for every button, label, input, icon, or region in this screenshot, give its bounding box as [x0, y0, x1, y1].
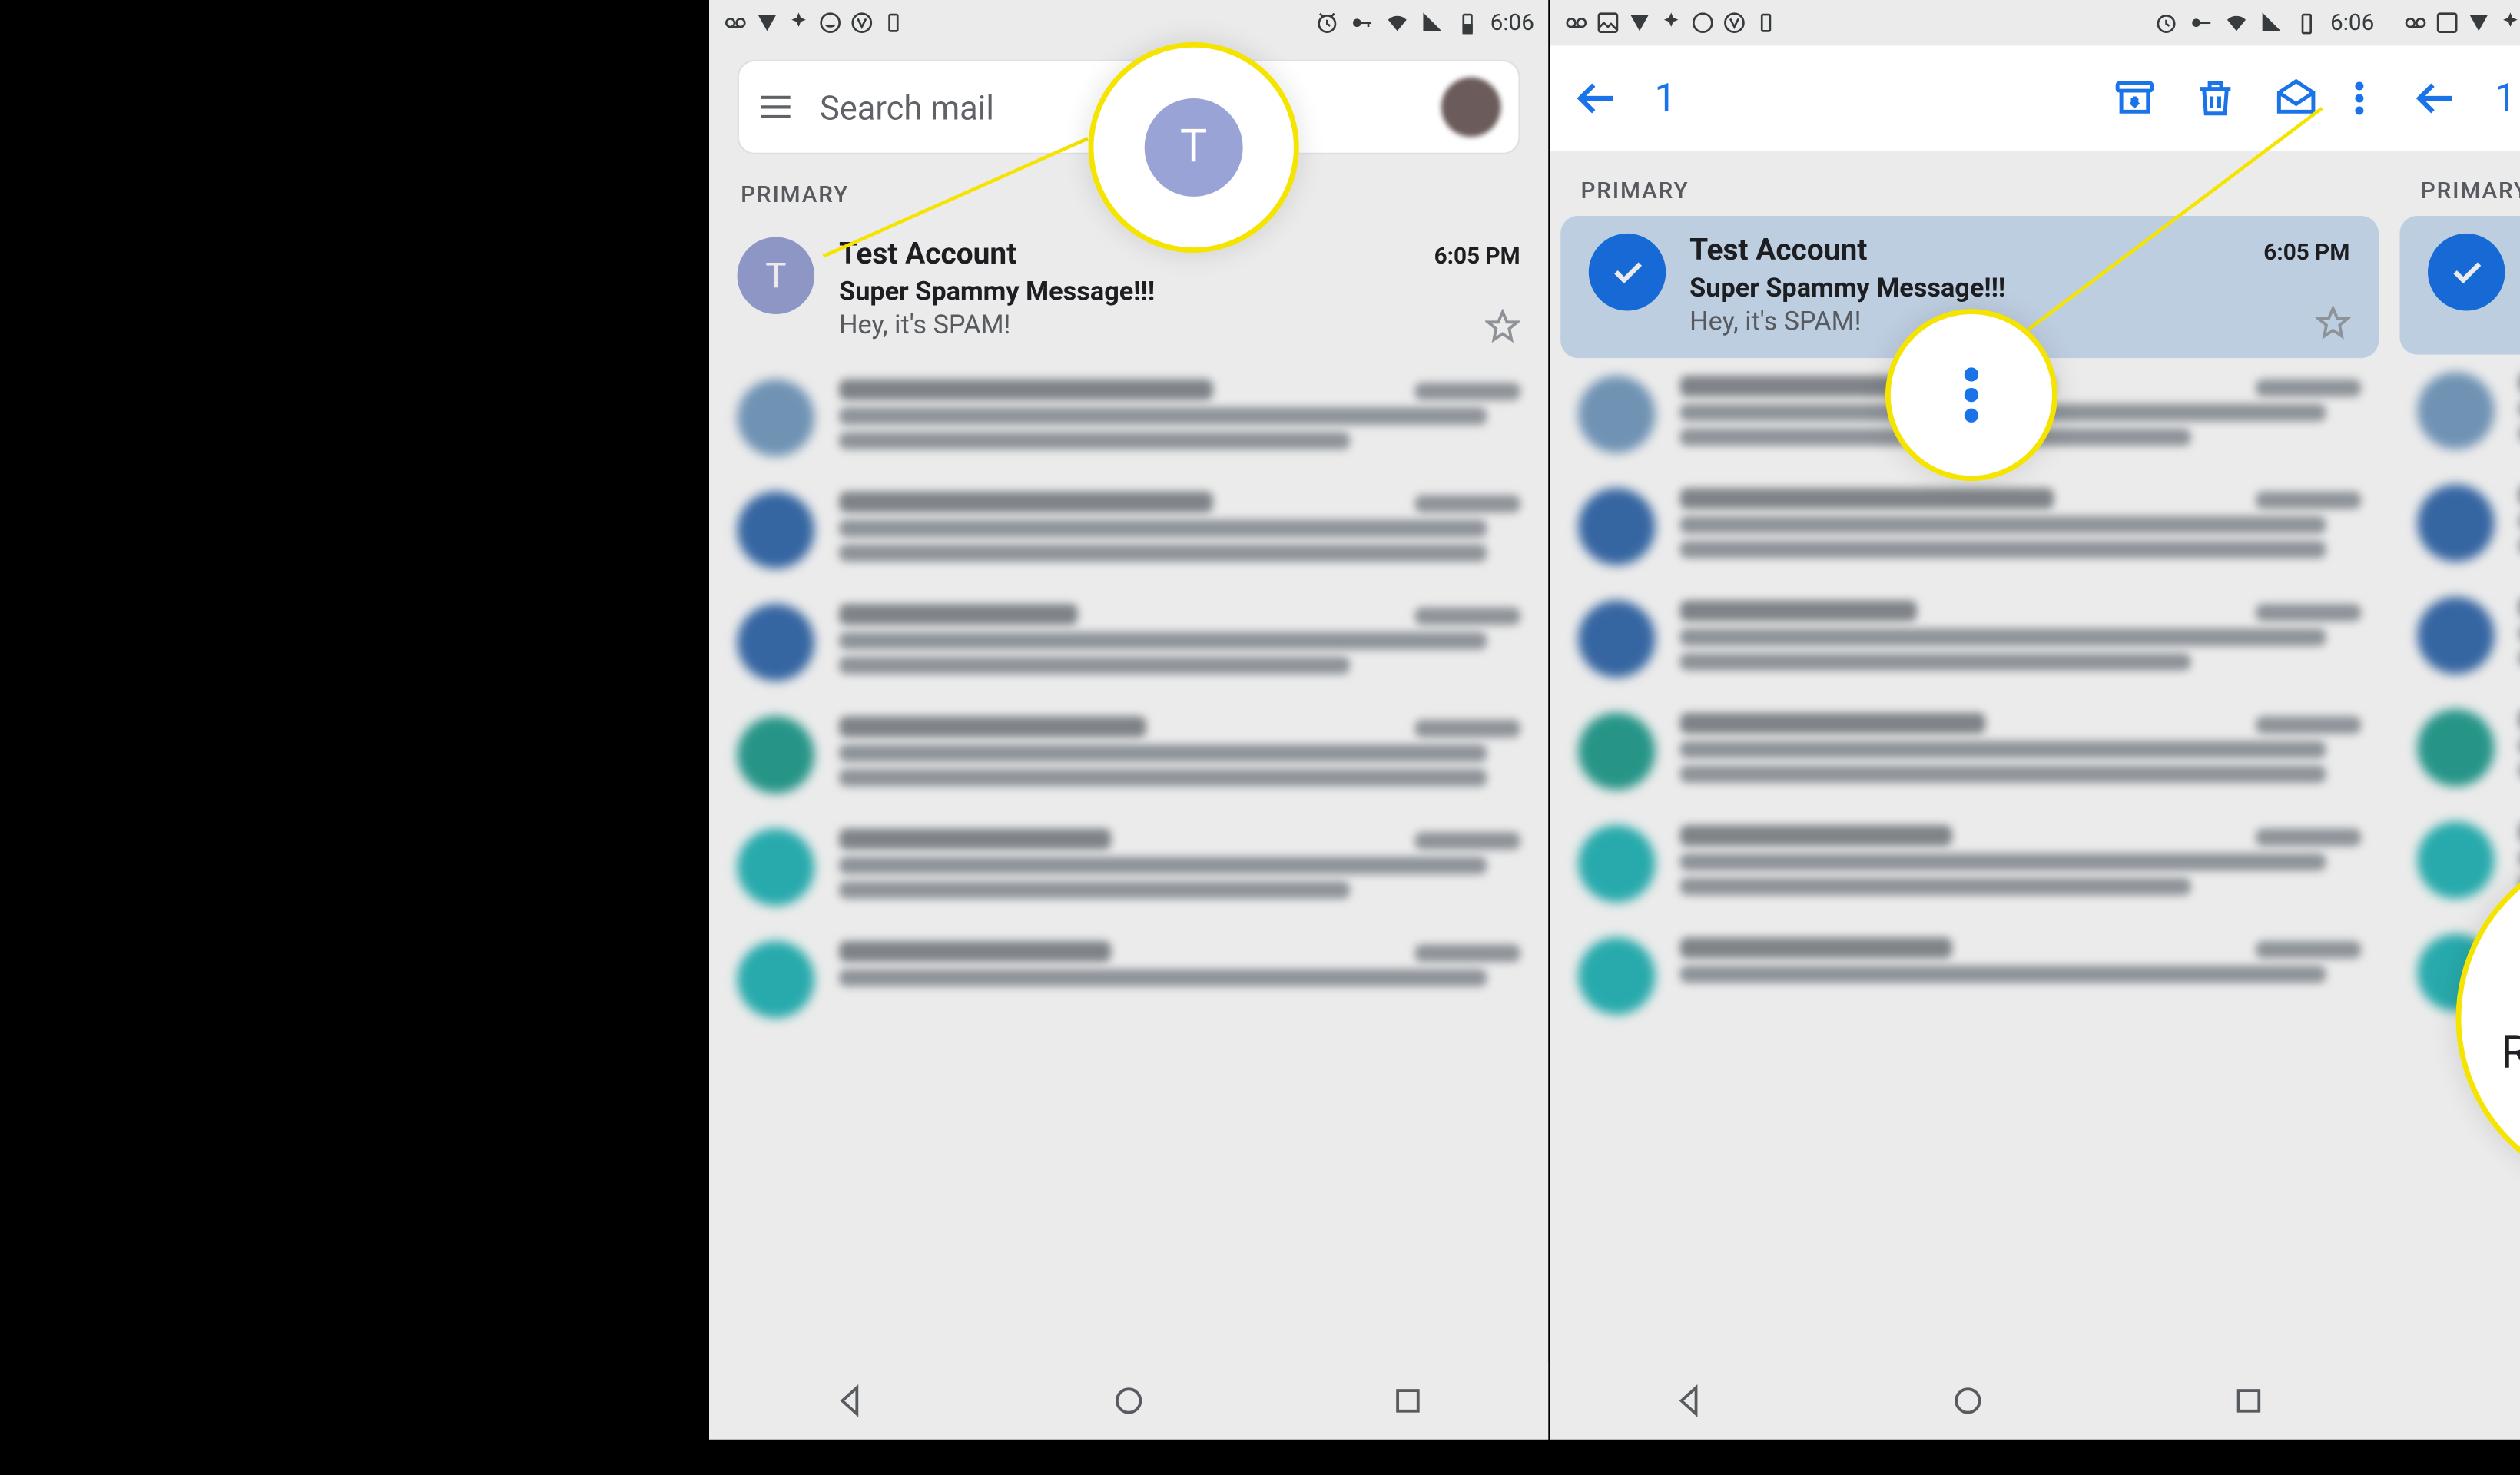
email-row-blurred	[1549, 807, 2388, 920]
v-icon	[849, 11, 874, 35]
android-nav-bar	[709, 1362, 1548, 1440]
nav-recents-icon[interactable]	[1391, 1384, 1426, 1419]
vpn-key-icon	[2190, 11, 2214, 35]
status-bar: 6:06	[1549, 0, 2388, 45]
wifi-icon	[2224, 11, 2249, 35]
section-primary: PRIMARY	[1549, 151, 2388, 217]
app-icon	[2466, 11, 2491, 35]
leaf-icon	[2498, 11, 2520, 35]
email-row[interactable]: T Test Account 6:05 PM Super Spammy Mess…	[709, 220, 1548, 362]
leaf-icon	[786, 11, 811, 35]
screenshot-1: 6:06 Search mail PRIMARY T Test Account …	[709, 0, 1548, 1440]
email-row-blurred	[2389, 579, 2520, 691]
status-bar: 6:06	[2389, 0, 2520, 45]
alarm-icon	[2154, 11, 2179, 35]
section-primary: PRIMARY	[709, 154, 1548, 220]
email-row-blurred	[2389, 355, 2520, 467]
screenshot-3: 6:06 1 PRIMARY Test Account Super Spammy…	[2389, 0, 2520, 1440]
email-snippet: Hey, it's SPAM!	[1689, 306, 2349, 337]
voicemail-icon	[1563, 11, 1587, 35]
selection-action-bar: 1	[2389, 45, 2520, 151]
app-icon	[754, 11, 779, 35]
selected-check-avatar[interactable]	[2428, 234, 2505, 311]
email-time: 6:05 PM	[1434, 244, 1520, 270]
device-icon	[1752, 11, 1777, 35]
email-row-blurred	[709, 923, 1548, 1036]
back-arrow-icon[interactable]	[1573, 75, 1619, 121]
vpn-key-icon	[1349, 11, 1374, 35]
image-icon	[2435, 11, 2459, 35]
email-subject: Super Spammy Message!!!	[1689, 272, 2349, 303]
status-time: 6:06	[2330, 10, 2374, 36]
email-row-selected[interactable]: Test Account Super Spammy Mess Hey, it's…	[2399, 216, 2520, 355]
section-primary: PRIMARY	[2389, 151, 2520, 217]
sender-name: Test Account	[839, 237, 1016, 272]
email-row-blurred	[709, 811, 1548, 923]
email-subject: Super Spammy Message!!!	[839, 276, 1520, 307]
back-arrow-icon[interactable]	[2413, 75, 2459, 121]
face-icon	[1689, 11, 1714, 35]
sender-avatar[interactable]: T	[737, 237, 814, 314]
signal-icon	[1420, 11, 1444, 35]
mark-unread-icon[interactable]	[2272, 75, 2317, 121]
app-icon	[1626, 11, 1650, 35]
email-row-selected[interactable]: Test Account 6:05 PM Super Spammy Messag…	[1560, 216, 2378, 358]
email-row-blurred	[709, 362, 1548, 474]
search-input[interactable]: Search mail	[819, 87, 1416, 128]
star-icon[interactable]	[2314, 306, 2349, 341]
more-options-icon[interactable]	[2353, 75, 2363, 121]
wifi-icon	[1384, 11, 1409, 35]
selection-count: 1	[1654, 76, 1676, 120]
selection-count: 1	[2494, 76, 2515, 120]
android-nav-bar	[2389, 1362, 2520, 1440]
face-icon	[817, 11, 842, 35]
android-nav-bar	[1549, 1362, 2388, 1440]
v-icon	[1721, 11, 1746, 35]
profile-avatar[interactable]	[1441, 78, 1500, 138]
selected-check-avatar[interactable]	[1587, 234, 1665, 311]
selection-action-bar: 1	[1549, 45, 2388, 151]
search-bar[interactable]: Search mail	[737, 60, 1520, 154]
sender-name: Test Account	[1689, 234, 1867, 269]
nav-home-icon[interactable]	[1951, 1384, 1986, 1419]
device-icon	[880, 11, 905, 35]
battery-icon	[1454, 11, 1479, 35]
email-row-blurred	[709, 586, 1548, 698]
screenshot-2: 6:06 1 PRIMARY Test Account 6:05 PM Supe…	[1549, 0, 2388, 1440]
battery-icon	[2295, 11, 2319, 35]
email-row-blurred	[2389, 467, 2520, 579]
star-icon[interactable]	[1484, 309, 1520, 344]
archive-icon[interactable]	[2110, 75, 2156, 121]
status-time: 6:06	[1490, 10, 1534, 36]
signal-icon	[2260, 11, 2284, 35]
alarm-icon	[1315, 11, 1339, 35]
email-snippet: Hey, it's SPAM!	[839, 309, 1520, 340]
delete-icon[interactable]	[2191, 75, 2236, 121]
email-row-blurred	[709, 474, 1548, 586]
menu-icon[interactable]	[756, 88, 794, 126]
leaf-icon	[1658, 11, 1683, 35]
image-icon	[1594, 11, 1619, 35]
email-time: 6:05 PM	[2263, 240, 2349, 267]
email-row-blurred	[1549, 583, 2388, 695]
nav-recents-icon[interactable]	[2230, 1384, 2266, 1419]
email-row-blurred	[2389, 804, 2520, 916]
nav-back-icon[interactable]	[2511, 1384, 2520, 1419]
voicemail-icon	[723, 11, 748, 35]
email-row-blurred	[709, 698, 1548, 810]
email-row-blurred	[2389, 916, 2520, 1029]
email-row-blurred	[1549, 358, 2388, 470]
email-row-blurred	[2389, 691, 2520, 804]
voicemail-icon	[2403, 11, 2428, 35]
email-row-blurred	[1549, 470, 2388, 582]
email-row-blurred	[1549, 695, 2388, 807]
nav-home-icon[interactable]	[1111, 1384, 1146, 1419]
nav-back-icon[interactable]	[1671, 1384, 1706, 1419]
status-bar: 6:06	[709, 0, 1548, 45]
email-row-blurred	[1549, 920, 2388, 1032]
nav-back-icon[interactable]	[831, 1384, 867, 1419]
